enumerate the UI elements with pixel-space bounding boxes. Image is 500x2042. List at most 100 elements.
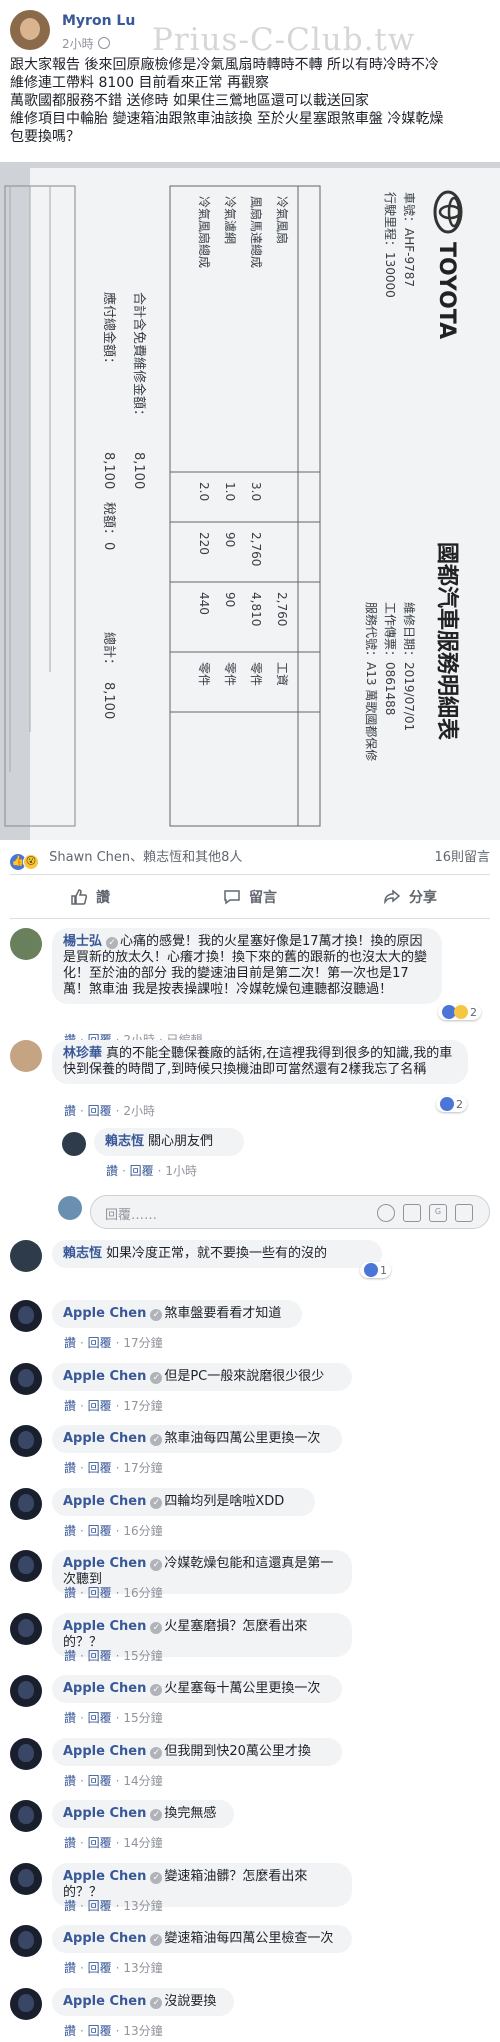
replier-avatar[interactable] xyxy=(62,1132,86,1156)
commenter-name[interactable]: 楊士弘 xyxy=(63,934,102,949)
author-avatar[interactable] xyxy=(10,10,50,50)
comment-reply-link[interactable]: 回覆 xyxy=(88,2024,112,2038)
commenter-name[interactable]: Apple Chen xyxy=(63,1556,146,1571)
commenter-name[interactable]: Apple Chen xyxy=(63,1681,146,1696)
comment-like-link[interactable]: 讚 xyxy=(64,1104,76,1118)
reply-input[interactable]: 回覆…… G xyxy=(90,1195,490,1229)
comment-like-link[interactable]: 讚 xyxy=(64,1461,76,1475)
comment-reply-link[interactable]: 回覆 xyxy=(88,1461,112,1475)
gif-icon[interactable]: G xyxy=(429,1204,447,1222)
commenter-avatar[interactable] xyxy=(10,1240,42,1272)
comment-like-link[interactable]: 讚 xyxy=(64,2024,76,2038)
comment-reply-link[interactable]: 回覆 xyxy=(88,1524,112,1538)
reaction-count: 2 xyxy=(470,1005,477,1019)
commenter-avatar[interactable] xyxy=(10,1675,42,1707)
receipt-photo[interactable]: TOYOTA 國都汽車服務明細表 車號：AHF-9787 行駛里程：130000… xyxy=(0,162,500,840)
subtotal: 8,100 xyxy=(131,452,146,489)
comment-like-link[interactable]: 讚 xyxy=(64,1961,76,1975)
comment-time[interactable]: 15分鐘 xyxy=(123,1711,162,1725)
commenter-avatar[interactable] xyxy=(10,1800,42,1832)
commenter-avatar[interactable] xyxy=(10,1363,42,1395)
comment-time[interactable]: 15分鐘 xyxy=(123,1649,162,1663)
comment-time[interactable]: 16分鐘 xyxy=(123,1524,162,1538)
commenter-name[interactable]: Apple Chen xyxy=(63,1806,146,1821)
commenter-avatar[interactable] xyxy=(10,1040,42,1072)
commenter-name[interactable]: Apple Chen xyxy=(63,1744,146,1759)
comment-time[interactable]: 13分鐘 xyxy=(123,1899,162,1913)
comment-reply-link[interactable]: 回覆 xyxy=(88,1399,112,1413)
commenter-avatar[interactable] xyxy=(10,1300,42,1332)
comment-time[interactable]: 14分鐘 xyxy=(123,1774,162,1788)
comment-reactions[interactable]: 2 xyxy=(438,1004,481,1020)
comment-reactions[interactable]: 2 xyxy=(436,1096,467,1112)
commenter-avatar[interactable] xyxy=(10,1488,42,1520)
commenter-name[interactable]: Apple Chen xyxy=(63,1869,146,1884)
reply-reply-link[interactable]: 回覆 xyxy=(130,1164,154,1178)
service-name: 服務代號：A13 萬歌國都保修 xyxy=(364,602,379,761)
share-button[interactable]: 分享 xyxy=(330,880,490,914)
commenter-name[interactable]: Apple Chen xyxy=(63,1431,146,1446)
commenter-avatar[interactable] xyxy=(10,1988,42,2020)
comment-reply-link[interactable]: 回覆 xyxy=(88,1336,112,1350)
comment-button[interactable]: 留言 xyxy=(170,880,330,914)
commenter-avatar[interactable] xyxy=(10,1550,42,1582)
comment-like-link[interactable]: 讚 xyxy=(64,1586,76,1600)
comment-time[interactable]: 17分鐘 xyxy=(123,1461,162,1475)
post-time[interactable]: 2小時 xyxy=(62,35,110,52)
commenter-name[interactable]: Apple Chen xyxy=(63,1369,146,1384)
comment-reply-link[interactable]: 回覆 xyxy=(88,1961,112,1975)
comment-like-link[interactable]: 讚 xyxy=(64,1836,76,1850)
comment-reply-link[interactable]: 回覆 xyxy=(88,1104,112,1118)
commenter-avatar[interactable] xyxy=(10,928,42,960)
comment-like-link[interactable]: 讚 xyxy=(64,1899,76,1913)
replier-name[interactable]: 賴志恆 xyxy=(105,1134,144,1149)
post-time-label[interactable]: 2小時 xyxy=(62,37,94,51)
comment-reactions[interactable]: 1 xyxy=(360,1262,391,1278)
camera-icon[interactable] xyxy=(403,1204,421,1222)
commenter-name[interactable]: 賴志恆 xyxy=(63,1246,102,1261)
comment-time[interactable]: 2小時 xyxy=(123,1104,155,1118)
comment-like-link[interactable]: 讚 xyxy=(64,1399,76,1413)
comment-meta: 讚 · 回覆 · 13分鐘 xyxy=(64,1961,163,1975)
comment-time[interactable]: 17分鐘 xyxy=(123,1336,162,1350)
commenter-avatar[interactable] xyxy=(10,1925,42,1957)
reply-like-link[interactable]: 讚 xyxy=(106,1164,118,1178)
comment-reply-link[interactable]: 回覆 xyxy=(88,1836,112,1850)
like-button[interactable]: 讚 xyxy=(10,880,170,914)
commenter-name[interactable]: 林珍華 xyxy=(63,1046,102,1061)
comment-time[interactable]: 14分鐘 xyxy=(123,1836,162,1850)
thumbs-up-icon xyxy=(71,889,88,905)
comment-like-link[interactable]: 讚 xyxy=(64,1649,76,1663)
comment-like-link[interactable]: 讚 xyxy=(64,1524,76,1538)
comment-time[interactable]: 17分鐘 xyxy=(123,1399,162,1413)
comment-reply-link[interactable]: 回覆 xyxy=(88,1711,112,1725)
receipt-cell-item: 冷氣風扇總成 xyxy=(197,196,212,268)
sticker-icon[interactable] xyxy=(455,1204,473,1222)
emoji-icon[interactable] xyxy=(377,1204,395,1222)
comment-reply-link[interactable]: 回覆 xyxy=(88,1899,112,1913)
commenter-name[interactable]: Apple Chen xyxy=(63,1994,146,2009)
commenter-name[interactable]: Apple Chen xyxy=(63,1306,146,1321)
comment-count[interactable]: 16則留言 xyxy=(434,846,490,865)
commenter-name[interactable]: Apple Chen xyxy=(63,1931,146,1946)
comment-reply-link[interactable]: 回覆 xyxy=(88,1649,112,1663)
commenter-avatar[interactable] xyxy=(10,1613,42,1645)
reaction-names[interactable]: Shawn Chen、賴志恆和其他8人 xyxy=(49,850,242,865)
commenter-name[interactable]: Apple Chen xyxy=(63,1619,146,1634)
reaction-summary[interactable]: 👍 😮 Shawn Chen、賴志恆和其他8人 16則留言 xyxy=(10,846,490,870)
reply-time[interactable]: 1小時 xyxy=(165,1164,197,1178)
comment-reply-link[interactable]: 回覆 xyxy=(88,1774,112,1788)
comment-like-link[interactable]: 讚 xyxy=(64,1711,76,1725)
commenter-avatar[interactable] xyxy=(10,1425,42,1457)
comment-time[interactable]: 13分鐘 xyxy=(123,1961,162,1975)
comment-time[interactable]: 16分鐘 xyxy=(123,1586,162,1600)
comment-time[interactable]: 13分鐘 xyxy=(123,2024,162,2038)
total: 8,100 xyxy=(101,452,116,489)
comment-like-link[interactable]: 讚 xyxy=(64,1336,76,1350)
commenter-avatar[interactable] xyxy=(10,1863,42,1895)
commenter-name[interactable]: Apple Chen xyxy=(63,1494,146,1509)
comment-like-link[interactable]: 讚 xyxy=(64,1774,76,1788)
comment-reply-link[interactable]: 回覆 xyxy=(88,1586,112,1600)
author-name[interactable]: Myron Lu xyxy=(62,13,135,29)
commenter-avatar[interactable] xyxy=(10,1738,42,1770)
